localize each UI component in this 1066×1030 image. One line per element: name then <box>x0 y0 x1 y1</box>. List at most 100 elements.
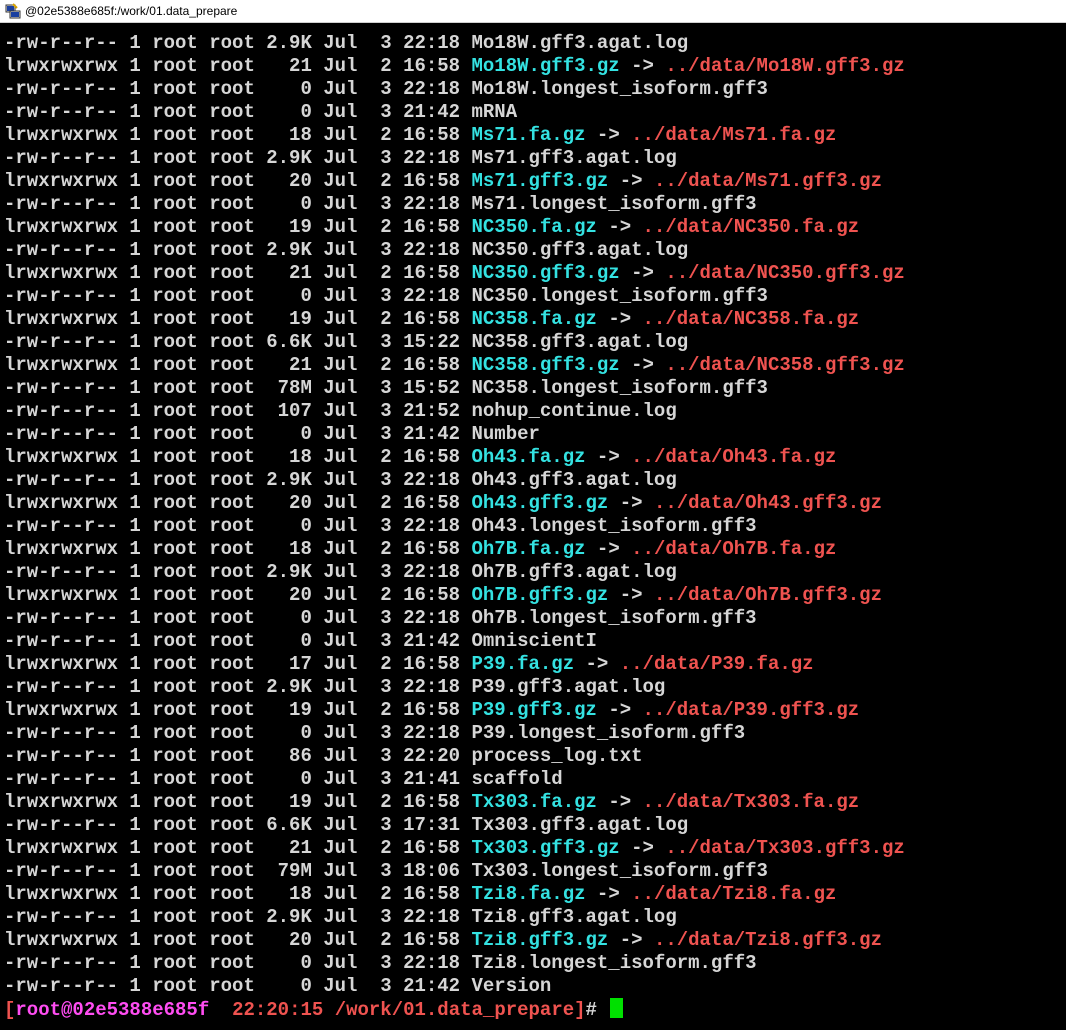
prompt-open-bracket: [ <box>4 999 16 1021</box>
symlink-arrow: -> <box>608 791 632 813</box>
file-meta: lrwxrwxrwx 1 root root 21 Jul 2 16:58 <box>4 837 461 859</box>
listing-line: lrwxrwxrwx 1 root root 20 Jul 2 16:58 Tz… <box>4 929 1066 952</box>
listing-line: -rw-r--r-- 1 root root 107 Jul 3 21:52 n… <box>4 400 1066 423</box>
listing-line: -rw-r--r-- 1 root root 0 Jul 3 22:18 Tzi… <box>4 952 1066 975</box>
listing-line: lrwxrwxrwx 1 root root 18 Jul 2 16:58 Ms… <box>4 124 1066 147</box>
putty-icon <box>5 3 21 19</box>
listing-line: lrwxrwxrwx 1 root root 21 Jul 2 16:58 Mo… <box>4 55 1066 78</box>
file-meta: -rw-r--r-- 1 root root 6.6K Jul 3 15:22 <box>4 331 461 353</box>
file-meta: lrwxrwxrwx 1 root root 20 Jul 2 16:58 <box>4 929 461 951</box>
file-meta: -rw-r--r-- 1 root root 2.9K Jul 3 22:18 <box>4 32 461 54</box>
file-name: Version <box>471 975 552 997</box>
prompt-time: 22:20:15 <box>232 999 324 1021</box>
file-meta: -rw-r--r-- 1 root root 0 Jul 3 22:18 <box>4 285 461 307</box>
symlink-target: ../data/Tx303.gff3.gz <box>665 837 905 859</box>
file-meta: -rw-r--r-- 1 root root 2.9K Jul 3 22:18 <box>4 147 461 169</box>
file-name: Tzi8.gff3.agat.log <box>471 906 677 928</box>
file-meta: lrwxrwxrwx 1 root root 20 Jul 2 16:58 <box>4 492 461 514</box>
file-meta: -rw-r--r-- 1 root root 0 Jul 3 22:18 <box>4 193 461 215</box>
listing-line: -rw-r--r-- 1 root root 0 Jul 3 22:18 Oh4… <box>4 515 1066 538</box>
listing-line: lrwxrwxrwx 1 root root 17 Jul 2 16:58 P3… <box>4 653 1066 676</box>
symlink-arrow: -> <box>631 837 654 859</box>
listing-line: -rw-r--r-- 1 root root 2.9K Jul 3 22:18 … <box>4 147 1066 170</box>
symlink-arrow: -> <box>596 446 620 468</box>
symlink-name: Tx303.fa.gz <box>471 791 597 813</box>
file-name: Oh43.gff3.agat.log <box>471 469 677 491</box>
symlink-arrow: -> <box>631 55 654 77</box>
file-meta: -rw-r--r-- 1 root root 2.9K Jul 3 22:18 <box>4 676 461 698</box>
file-meta: -rw-r--r-- 1 root root 0 Jul 3 22:18 <box>4 722 461 744</box>
terminal-output[interactable]: -rw-r--r-- 1 root root 2.9K Jul 3 22:18 … <box>4 32 1066 1030</box>
file-meta: -rw-r--r-- 1 root root 0 Jul 3 21:42 <box>4 975 461 997</box>
listing-line: -rw-r--r-- 1 root root 0 Jul 3 22:18 Mo1… <box>4 78 1066 101</box>
symlink-arrow: -> <box>596 538 620 560</box>
symlink-arrow: -> <box>608 308 632 330</box>
file-name: NC358.gff3.agat.log <box>471 331 689 353</box>
symlink-name: NC350.fa.gz <box>471 216 597 238</box>
symlink-arrow: -> <box>631 262 654 284</box>
listing-line: -rw-r--r-- 1 root root 2.9K Jul 3 22:18 … <box>4 239 1066 262</box>
listing-line: -rw-r--r-- 1 root root 0 Jul 3 21:42 mRN… <box>4 101 1066 124</box>
symlink-name: Mo18W.gff3.gz <box>471 55 620 77</box>
listing-line: lrwxrwxrwx 1 root root 19 Jul 2 16:58 P3… <box>4 699 1066 722</box>
listing-line: -rw-r--r-- 1 root root 86 Jul 3 22:20 pr… <box>4 745 1066 768</box>
symlink-target: ../data/Mo18W.gff3.gz <box>665 55 905 77</box>
symlink-arrow: -> <box>619 929 643 951</box>
file-meta: -rw-r--r-- 1 root root 0 Jul 3 22:18 <box>4 515 461 537</box>
symlink-name: P39.fa.gz <box>471 653 575 675</box>
symlink-name: Tx303.gff3.gz <box>471 837 620 859</box>
listing-line: -rw-r--r-- 1 root root 6.6K Jul 3 17:31 … <box>4 814 1066 837</box>
symlink-name: Tzi8.gff3.gz <box>471 929 609 951</box>
symlink-target: ../data/Tzi8.gff3.gz <box>653 929 882 951</box>
file-meta: -rw-r--r-- 1 root root 2.9K Jul 3 22:18 <box>4 561 461 583</box>
symlink-target: ../data/Oh43.fa.gz <box>631 446 837 468</box>
symlink-arrow: -> <box>608 699 632 721</box>
symlink-arrow: -> <box>619 170 643 192</box>
file-meta: lrwxrwxrwx 1 root root 18 Jul 2 16:58 <box>4 124 461 146</box>
text-cursor[interactable] <box>610 998 624 1018</box>
file-meta: lrwxrwxrwx 1 root root 21 Jul 2 16:58 <box>4 55 461 77</box>
file-name: mRNA <box>471 101 518 123</box>
listing-line: -rw-r--r-- 1 root root 2.9K Jul 3 22:18 … <box>4 561 1066 584</box>
file-name: NC358.longest_isoform.gff3 <box>471 377 768 399</box>
symlink-target: ../data/P39.gff3.gz <box>642 699 860 721</box>
file-name: Ms71.gff3.agat.log <box>471 147 677 169</box>
file-meta: -rw-r--r-- 1 root root 0 Jul 3 21:42 <box>4 423 461 445</box>
listing-line: lrwxrwxrwx 1 root root 21 Jul 2 16:58 NC… <box>4 354 1066 377</box>
symlink-target: ../data/P39.fa.gz <box>619 653 814 675</box>
file-name: P39.longest_isoform.gff3 <box>471 722 746 744</box>
file-name: Ms71.longest_isoform.gff3 <box>471 193 757 215</box>
symlink-name: Ms71.gff3.gz <box>471 170 609 192</box>
listing-line: -rw-r--r-- 1 root root 0 Jul 3 21:42 Num… <box>4 423 1066 446</box>
file-name: Oh7B.longest_isoform.gff3 <box>471 607 757 629</box>
shell-prompt[interactable]: [root@02e5388e685f 22:20:15 /work/01.dat… <box>4 998 1066 1021</box>
prompt-symbol: # <box>585 999 597 1021</box>
listing-line: -rw-r--r-- 1 root root 2.9K Jul 3 22:18 … <box>4 676 1066 699</box>
file-name: scaffold <box>471 768 563 790</box>
symlink-target: ../data/Oh7B.gff3.gz <box>653 584 882 606</box>
file-meta: lrwxrwxrwx 1 root root 19 Jul 2 16:58 <box>4 216 461 238</box>
symlink-name: Ms71.fa.gz <box>471 124 586 146</box>
listing-line: -rw-r--r-- 1 root root 79M Jul 3 18:06 T… <box>4 860 1066 883</box>
file-meta: -rw-r--r-- 1 root root 0 Jul 3 21:41 <box>4 768 461 790</box>
file-name: Number <box>471 423 540 445</box>
listing-line: -rw-r--r-- 1 root root 0 Jul 3 22:18 Oh7… <box>4 607 1066 630</box>
symlink-target: ../data/Ms71.fa.gz <box>631 124 837 146</box>
listing-line: lrwxrwxrwx 1 root root 21 Jul 2 16:58 NC… <box>4 262 1066 285</box>
file-meta: lrwxrwxrwx 1 root root 18 Jul 2 16:58 <box>4 883 461 905</box>
file-meta: lrwxrwxrwx 1 root root 19 Jul 2 16:58 <box>4 308 461 330</box>
file-meta: -rw-r--r-- 1 root root 86 Jul 3 22:20 <box>4 745 461 767</box>
file-meta: -rw-r--r-- 1 root root 0 Jul 3 22:18 <box>4 607 461 629</box>
listing-line: lrwxrwxrwx 1 root root 19 Jul 2 16:58 NC… <box>4 308 1066 331</box>
listing-line: -rw-r--r-- 1 root root 0 Jul 3 21:42 Ver… <box>4 975 1066 998</box>
file-meta: -rw-r--r-- 1 root root 79M Jul 3 18:06 <box>4 860 461 882</box>
file-name: Tx303.longest_isoform.gff3 <box>471 860 768 882</box>
file-name: OmniscientI <box>471 630 597 652</box>
listing-line: -rw-r--r-- 1 root root 2.9K Jul 3 22:18 … <box>4 32 1066 55</box>
listing-line: -rw-r--r-- 1 root root 6.6K Jul 3 15:22 … <box>4 331 1066 354</box>
symlink-name: NC358.fa.gz <box>471 308 597 330</box>
file-name: Tzi8.longest_isoform.gff3 <box>471 952 757 974</box>
listing-line: -rw-r--r-- 1 root root 0 Jul 3 22:18 Ms7… <box>4 193 1066 216</box>
file-name: P39.gff3.agat.log <box>471 676 666 698</box>
symlink-arrow: -> <box>619 492 643 514</box>
